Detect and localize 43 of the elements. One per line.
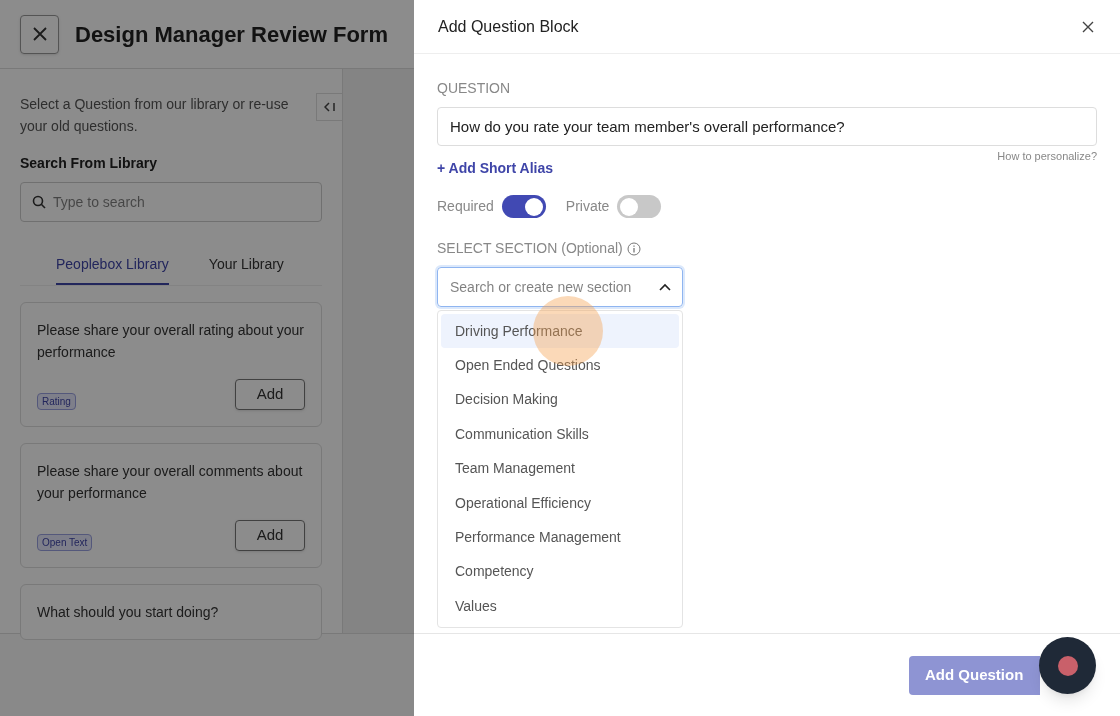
question-text: What should you start doing? <box>37 603 220 622</box>
library-tab[interactable]: Peoplebox Library <box>56 254 169 285</box>
question-label: QUESTION <box>437 79 512 98</box>
question-field[interactable]: How do you rate your team member's overall performance? <box>437 107 1097 146</box>
add-button[interactable]: Add <box>235 379 305 410</box>
section-option[interactable]: Values <box>441 589 679 624</box>
question-type-tag: Rating <box>37 393 76 410</box>
toggle-switch[interactable] <box>501 195 546 218</box>
toggle-label: Required <box>437 197 494 216</box>
personalize-link[interactable]: How to personalize? <box>997 148 1097 165</box>
info-icon <box>626 241 641 256</box>
drawer-title: Add Question Block <box>438 16 579 37</box>
section-select[interactable]: Search or create new section <box>437 267 683 307</box>
intro-text: Select a Question from our library or re-use your old questions. <box>20 95 290 136</box>
section-option[interactable]: Open Ended Questions <box>441 348 679 383</box>
search-label: Search From Library <box>20 154 158 173</box>
chevron-icon <box>659 283 671 291</box>
add-short-alias-link[interactable]: + Add Short Alias <box>437 158 554 179</box>
record-button[interactable] <box>1039 637 1096 694</box>
section-option[interactable]: Team Management <box>441 451 679 486</box>
section-option[interactable]: Operational Efficiency <box>441 485 679 521</box>
section-option[interactable]: Communication Skills <box>441 417 679 452</box>
toggle-switch[interactable] <box>617 195 662 218</box>
close-button[interactable] <box>20 14 59 54</box>
library-tab[interactable]: Your Library <box>208 254 284 285</box>
section-option[interactable]: Decision Making <box>441 382 679 418</box>
toggle-label: Private <box>565 197 610 216</box>
search-field[interactable]: Type to search <box>20 182 322 222</box>
close-icon <box>31 26 48 42</box>
section-option[interactable]: Performance Management <box>441 520 679 555</box>
section-label: SELECT SECTION (Optional) <box>437 239 623 258</box>
close-icon <box>1082 20 1094 33</box>
collapse-icon <box>323 102 336 112</box>
question-type-tag: Open Text <box>37 534 93 551</box>
section-option[interactable]: Competency <box>441 554 679 590</box>
page-title: Design Manager Review Form <box>75 20 388 49</box>
question-text: Please share your overall comments about your performance <box>37 462 304 503</box>
section-option[interactable]: Driving Performance <box>441 314 679 349</box>
collapse-button[interactable] <box>316 93 343 121</box>
add-button[interactable]: Add <box>235 520 305 551</box>
search-icon <box>32 195 46 209</box>
record-icon <box>1057 655 1078 676</box>
question-text: Please share your overall rating about your performance <box>37 321 305 362</box>
